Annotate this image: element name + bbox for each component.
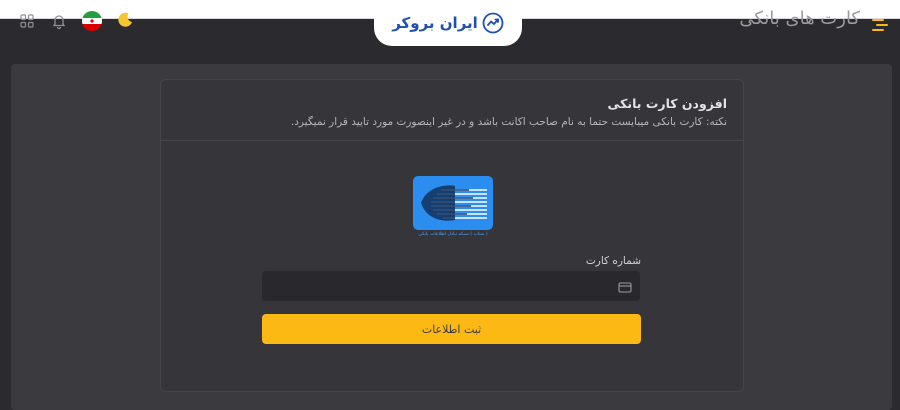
panel-title: افزودن کارت بانکی (607, 96, 727, 111)
page-title: کارت های بانکی (739, 8, 860, 29)
card-number-label: شماره کارت (585, 255, 641, 267)
menu-icon[interactable] (872, 16, 888, 31)
panel-header: افزودن کارت بانکی نکته: کارت بانکی میبای… (161, 80, 743, 141)
credit-card-icon (618, 279, 632, 293)
bell-icon[interactable] (50, 12, 68, 30)
header: ایران بروکر کارت های بانکی (0, 0, 900, 50)
broker-logo[interactable]: ایران بروکر (374, 0, 522, 46)
moon-icon[interactable] (116, 11, 134, 29)
card-number-input[interactable] (262, 271, 602, 301)
submit-button[interactable]: ثبت اطلاعات (262, 314, 641, 344)
iran-flag-icon[interactable] (82, 11, 102, 31)
shetab-caption: ( شتاب ) شبکه تبادل اطلاعات بانکی (418, 232, 488, 237)
panel-note: نکته: کارت بانکی میبایست حتما به نام صاح… (290, 116, 727, 128)
add-bank-card-panel: افزودن کارت بانکی نکته: کارت بانکی میبای… (160, 79, 744, 392)
main-content: افزودن کارت بانکی نکته: کارت بانکی میبای… (11, 64, 892, 410)
broker-logo-icon (482, 12, 504, 34)
broker-logo-text: ایران بروکر (392, 14, 478, 32)
card-number-field (262, 271, 640, 301)
shetab-logo-icon (413, 176, 493, 230)
grid-icon[interactable] (18, 12, 36, 30)
shetab-logo: ( شتاب ) شبکه تبادل اطلاعات بانکی (413, 176, 493, 240)
